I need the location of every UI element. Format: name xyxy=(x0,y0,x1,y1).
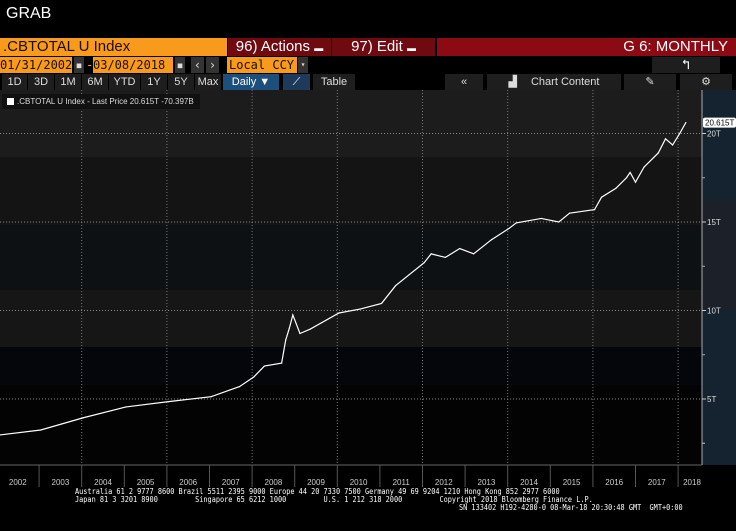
footer-session: SN 133402 H192-4280-0 08-Mar-18 20:30:48… xyxy=(459,503,683,512)
data-point xyxy=(288,327,290,329)
data-point xyxy=(309,328,311,330)
legend-text: .CBTOTAL U Index - Last Price 20.615T -7… xyxy=(17,97,194,106)
data-point xyxy=(540,217,542,220)
data-point xyxy=(473,253,475,255)
y-tick-label: 10T xyxy=(707,307,721,316)
data-point xyxy=(394,285,397,287)
data-point xyxy=(490,239,493,241)
data-point xyxy=(167,401,170,403)
data-point xyxy=(558,221,560,223)
legend-swatch xyxy=(7,98,14,105)
data-point xyxy=(664,138,667,140)
data-point xyxy=(338,312,340,314)
plot-band xyxy=(0,347,702,385)
data-point xyxy=(281,362,283,364)
x-tick-label: 2013 xyxy=(478,478,496,487)
data-point xyxy=(679,132,681,135)
data-point xyxy=(629,171,631,174)
x-tick-label: 2015 xyxy=(563,478,581,487)
data-point xyxy=(615,187,617,189)
data-point xyxy=(263,365,265,367)
y-axis-band xyxy=(702,200,736,310)
x-tick-label: 2010 xyxy=(350,478,368,487)
y-tick-label: 20T xyxy=(707,130,721,139)
x-tick-label: 2004 xyxy=(94,478,112,487)
data-point xyxy=(568,212,571,214)
data-point xyxy=(430,253,432,255)
x-tick-label: 2007 xyxy=(222,478,240,487)
data-point xyxy=(238,386,241,388)
plot-band xyxy=(0,385,702,465)
x-tick-label: 2014 xyxy=(520,478,538,487)
x-tick-label: 2018 xyxy=(683,478,701,487)
data-point xyxy=(285,339,287,341)
data-point xyxy=(210,396,212,398)
data-point xyxy=(685,122,687,124)
data-point xyxy=(380,302,383,305)
data-point xyxy=(40,429,42,431)
plot-band xyxy=(0,290,702,347)
data-point xyxy=(657,152,659,154)
x-tick-label: 2006 xyxy=(179,478,197,487)
plot-band xyxy=(0,157,702,225)
x-tick-label: 2002 xyxy=(9,478,27,487)
data-point xyxy=(82,417,84,419)
x-tick-label: 2005 xyxy=(137,478,155,487)
x-tick-label: 2012 xyxy=(435,478,453,487)
x-tick-label: 2011 xyxy=(393,478,411,487)
x-tick-label: 2009 xyxy=(307,478,325,487)
data-point xyxy=(600,196,603,198)
data-point xyxy=(634,181,637,183)
data-point xyxy=(253,376,255,378)
last-price-label: 20.615T xyxy=(705,119,734,128)
plot-band xyxy=(0,225,702,290)
price-chart: 5T 10T 15T 20T 2002 2003 2004 2005 2006 2007 2008 2… xyxy=(0,90,736,487)
x-tick-label: 2016 xyxy=(605,478,623,487)
x-tick-label: 2003 xyxy=(52,478,70,487)
data-point xyxy=(292,314,294,316)
y-tick-label: 15T xyxy=(707,218,721,227)
data-point xyxy=(423,262,425,264)
data-point xyxy=(593,209,596,211)
data-point xyxy=(444,256,446,258)
y-tick-label: 5T xyxy=(707,395,716,404)
data-point xyxy=(359,308,361,310)
data-point xyxy=(125,406,127,408)
data-point xyxy=(299,332,301,335)
x-tick-label: 2017 xyxy=(648,478,666,487)
data-point xyxy=(625,177,628,179)
data-point xyxy=(515,222,517,224)
chart-legend: .CBTOTAL U Index - Last Price 20.615T -7… xyxy=(2,94,200,109)
data-point xyxy=(643,166,645,168)
data-point xyxy=(672,144,674,146)
x-tick-label: 2008 xyxy=(265,478,283,487)
data-point xyxy=(508,227,510,229)
data-point xyxy=(459,247,461,250)
